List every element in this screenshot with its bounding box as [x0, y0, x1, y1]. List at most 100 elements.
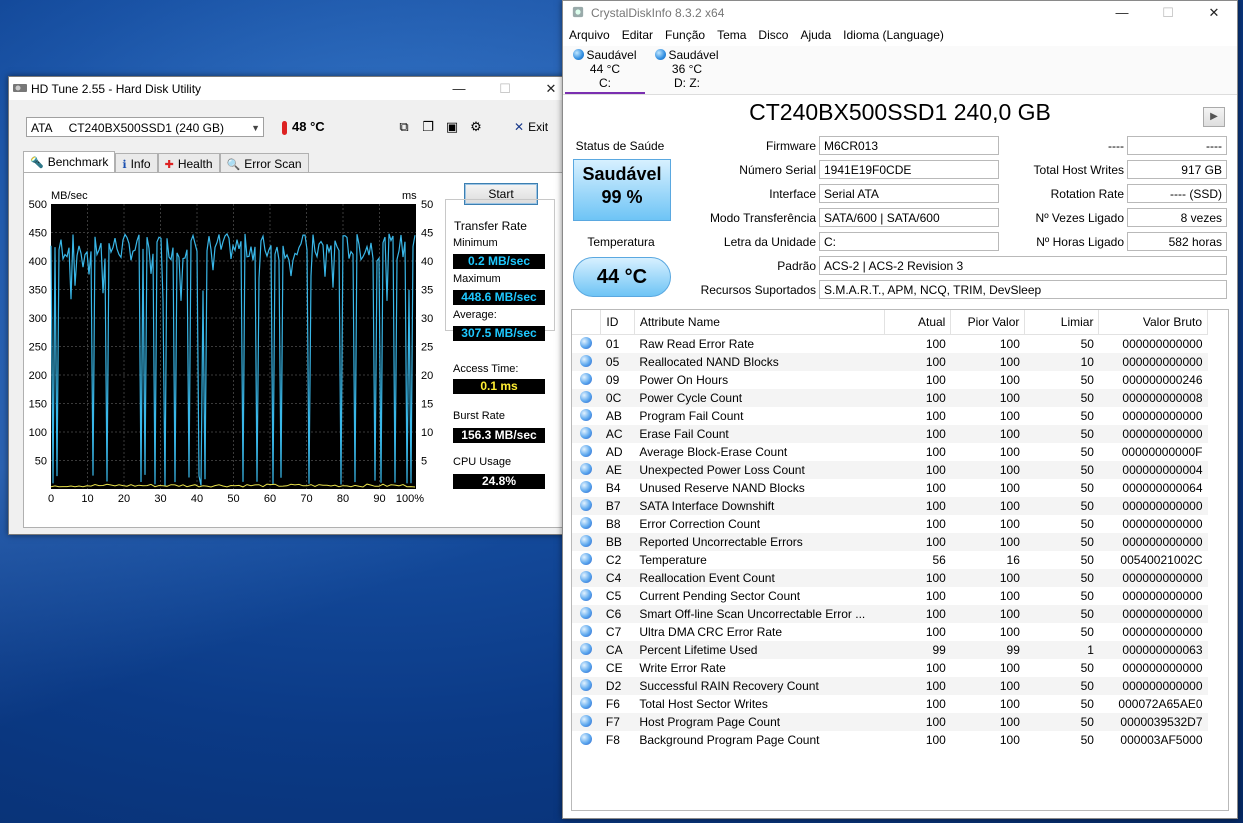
menu-arquivo[interactable]: Arquivo: [569, 28, 610, 42]
table-row[interactable]: BB Reported Uncorrectable Errors 100 100 50 0…: [572, 533, 1208, 551]
drive-tab-c[interactable]: Saudável 44 °C C:: [565, 48, 645, 94]
interface-field: Serial ATA: [819, 184, 999, 203]
tick-label: 70: [300, 493, 312, 505]
table-row[interactable]: C4 Reallocation Event Count 100 100 50 000000…: [572, 569, 1208, 587]
table-row[interactable]: C5 Current Pending Sector Count 100 100 50 00…: [572, 587, 1208, 605]
rotation-rate-label: Rotation Rate: [1050, 187, 1124, 201]
temperature-badge[interactable]: 44 °C: [573, 257, 671, 297]
raw-value-cell: 000000000000: [1122, 517, 1203, 531]
drive-tab-d[interactable]: Saudável 36 °C D: Z:: [647, 48, 727, 90]
table-row[interactable]: CE Write Error Rate 100 100 50 000000000000: [572, 659, 1208, 677]
status-dot-icon: [580, 372, 593, 385]
id-cell: CA: [600, 641, 635, 659]
current-column-header[interactable]: Atual: [884, 310, 952, 335]
table-row[interactable]: F7 Host Program Page Count 100 100 50 0000039…: [572, 713, 1208, 731]
attribute-name-column-header[interactable]: Attribute Name: [634, 310, 886, 335]
table-row[interactable]: AD Average Block-Erase Count 100 100 50 00000…: [572, 443, 1208, 461]
current-cell: 100: [884, 533, 951, 551]
worst-cell: 16: [1006, 553, 1020, 567]
worst-cell: 100: [999, 481, 1020, 495]
id-cell: C6: [600, 605, 635, 623]
threshold-column-header[interactable]: Limiar: [1024, 310, 1100, 335]
health-status-badge[interactable]: Saudável 99 %: [573, 159, 671, 221]
status-dot-icon: [580, 336, 593, 349]
table-row[interactable]: CA Percent Lifetime Used 99 99 1 000000000063: [572, 641, 1208, 659]
cdi-titlebar[interactable]: CrystalDiskInfo 8.3.2 x64 — ☐ ✕: [563, 1, 1237, 24]
drive-letter-label: Letra da Unidade: [723, 235, 816, 249]
raw-value-cell: 000072A65AE0: [1118, 697, 1203, 711]
next-drive-button[interactable]: ▶: [1203, 107, 1225, 127]
status-dot-icon: [580, 714, 593, 727]
table-row[interactable]: 05 Reallocated NAND Blocks 100 100 10 0000000…: [572, 353, 1208, 371]
table-row[interactable]: C2 Temperature 56 16 50 00540021002C: [572, 551, 1208, 569]
tick-label: 0: [48, 493, 54, 505]
table-row[interactable]: 09 Power On Hours 100 100 50 000000000246: [572, 371, 1208, 389]
attribute-name-cell: Smart Off-line Scan Uncorrectable Error …: [634, 605, 885, 623]
table-row[interactable]: AB Program Fail Count 100 100 50 000000000000: [572, 407, 1208, 425]
attribute-name-cell: Successful RAIN Recovery Count: [634, 677, 885, 695]
host-writes-label: Total Host Writes: [1033, 163, 1124, 177]
menu-idioma[interactable]: Idioma (Language): [843, 28, 944, 42]
table-row[interactable]: F6 Total Host Sector Writes 100 100 50 000072…: [572, 695, 1208, 713]
menu-disco[interactable]: Disco: [758, 28, 788, 42]
status-dot-icon: [580, 462, 593, 475]
worst-cell: 100: [950, 713, 1025, 731]
status-cell: [572, 695, 601, 713]
close-button[interactable]: ✕: [1191, 1, 1237, 24]
worst-cell: 100: [999, 733, 1020, 747]
tick-label: 15: [421, 399, 433, 411]
status-cell: [572, 371, 601, 389]
threshold-cell: 50: [1080, 337, 1094, 351]
status-cell: [572, 551, 601, 569]
table-row[interactable]: 01 Raw Read Error Rate 100 100 50 00000000000…: [572, 335, 1208, 354]
left-axis-ticks: 500 450 400 350 300 250 200 150 100 50: [29, 199, 47, 468]
current-cell: 100: [884, 353, 951, 371]
worst-column-header[interactable]: Pior Valor: [950, 310, 1026, 335]
maximum-value: 448.6 MB/sec: [453, 290, 545, 305]
raw-value-cell: 000000000000: [1122, 337, 1203, 351]
status-cell: [572, 641, 601, 659]
status-cell: [572, 443, 601, 461]
table-row[interactable]: B7 SATA Interface Downshift 100 100 50 000000…: [572, 497, 1208, 515]
table-row[interactable]: 0C Power Cycle Count 100 100 50 000000000008: [572, 389, 1208, 407]
table-row[interactable]: B4 Unused Reserve NAND Blocks 100 100 50 0000…: [572, 479, 1208, 497]
drive-status: Saudável: [586, 48, 637, 62]
status-cell: [572, 713, 601, 731]
table-row[interactable]: AC Erase Fail Count 100 100 50 000000000000: [572, 425, 1208, 443]
status-cell: [572, 497, 601, 515]
menu-editar[interactable]: Editar: [622, 28, 653, 42]
worst-cell: 100: [950, 389, 1025, 407]
smart-attributes-table[interactable]: ID Attribute Name Atual Pior Valor Limia…: [571, 309, 1229, 811]
table-row[interactable]: F8 Background Program Page Count 100 100 50 0…: [572, 731, 1208, 749]
raw-value-cell: 000000000000: [1122, 589, 1203, 603]
threshold-cell: 50: [1080, 733, 1094, 747]
minimize-button[interactable]: —: [1099, 1, 1145, 24]
crystaldiskinfo-window[interactable]: CrystalDiskInfo 8.3.2 x64 — ☐ ✕ Arquivo …: [562, 0, 1238, 819]
id-column-header[interactable]: ID: [600, 310, 635, 335]
raw-value-column-header[interactable]: Valor Bruto: [1098, 310, 1208, 335]
status-column-header: [572, 310, 602, 335]
attribute-name-cell: Ultra DMA CRC Error Rate: [639, 625, 783, 639]
raw-value-cell: 000000000000: [1098, 677, 1208, 695]
tick-label: 100: [29, 427, 47, 439]
id-cell: AC: [600, 425, 635, 443]
worst-cell: 100: [950, 353, 1025, 371]
raw-value-cell: 00540021002C: [1120, 553, 1203, 567]
x-axis-ticks: 0 10 20 30 40 50 60 70 80 90 100%: [48, 493, 424, 505]
table-row[interactable]: C6 Smart Off-line Scan Uncorrectable Erro…: [572, 605, 1208, 623]
hdtune-window[interactable]: HD Tune 2.55 - Hard Disk Utility — ☐ ✕ A…: [8, 76, 575, 535]
menu-funcao[interactable]: Função: [665, 28, 705, 42]
table-row[interactable]: AE Unexpected Power Loss Count 100 100 50 000…: [572, 461, 1208, 479]
tick-label: 350: [29, 285, 47, 297]
table-row[interactable]: D2 Successful RAIN Recovery Count 100 100 50…: [572, 677, 1208, 695]
id-cell: 01: [605, 337, 620, 351]
temperature-label: Temperatura: [587, 235, 655, 249]
worst-cell: 100: [999, 661, 1020, 675]
status-dot-icon: [580, 570, 593, 583]
menu-ajuda[interactable]: Ajuda: [800, 28, 831, 42]
maximize-button[interactable]: ☐: [1145, 1, 1191, 24]
table-row[interactable]: C7 Ultra DMA CRC Error Rate 100 100 50 000000…: [572, 623, 1208, 641]
host-writes-field: 917 GB: [1127, 160, 1227, 179]
table-row[interactable]: B8 Error Correction Count 100 100 50 00000000…: [572, 515, 1208, 533]
menu-tema[interactable]: Tema: [717, 28, 746, 42]
